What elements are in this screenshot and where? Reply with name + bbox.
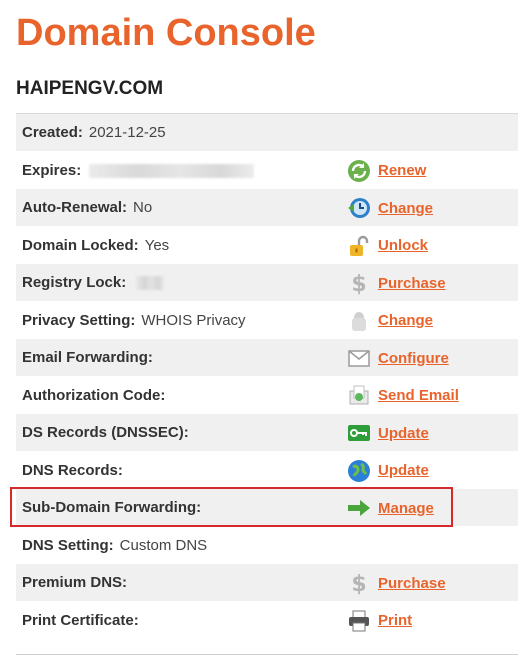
envelope-icon[interactable] [346,345,372,371]
row-sub-domain-forwarding: Sub-Domain Forwarding: Manage [16,489,518,527]
svg-text:$: $ [351,272,366,295]
clock-icon[interactable] [346,195,372,221]
label-text: Privacy Setting: [22,311,136,329]
ds-records-update-action[interactable]: Update [346,420,429,446]
dns-setting-value: Custom DNS [119,536,208,554]
row-authorization-code: Authorization Code: Send Email [16,377,518,414]
row-premium-dns: Premium DNS: $ Purchase [16,564,518,602]
unlock-icon[interactable] [346,233,372,259]
key-icon[interactable] [346,420,372,446]
auto-renewal-change-link[interactable]: Change [378,200,433,217]
row-dns-setting: DNS Setting: Custom DNS [16,527,518,564]
authorization-code-send-email-action[interactable]: Send Email [346,383,459,409]
domain-settings-table: Created: 2021-12-25 Expires: Renew Auto-R… [16,113,518,639]
dns-records-update-link[interactable]: Update [378,462,429,479]
unlock-link[interactable]: Unlock [378,237,428,254]
print-certificate-action[interactable]: Print [346,608,412,634]
label-text: Email Forwarding: [22,349,153,366]
privacy-setting-value: WHOIS Privacy [141,311,246,329]
row-label-registry-lock: Registry Lock: [22,274,165,291]
page-title: Domain Console [16,12,316,54]
label-text: Created: [22,124,83,141]
created-value: 2021-12-25 [88,124,166,141]
row-created: Created: 2021-12-25 [16,114,518,152]
row-expires: Expires: Renew [16,152,518,189]
globe-icon[interactable] [346,458,372,484]
privacy-icon[interactable] [346,308,372,334]
row-email-forwarding: Email Forwarding: Configure [16,339,518,377]
auto-renewal-value: No [133,199,153,216]
premium-dns-purchase-action[interactable]: $ Purchase [346,570,446,596]
row-label-premium-dns: Premium DNS: [22,574,127,591]
renew-icon[interactable] [346,158,372,184]
row-label-privacy-setting: Privacy Setting: WHOIS Privacy [22,312,246,329]
label-text: Registry Lock: [22,274,127,291]
renew-action[interactable]: Renew [346,158,426,184]
label-text: Authorization Code: [22,386,166,404]
printer-icon[interactable] [346,608,372,634]
row-auto-renewal: Auto-Renewal: No Change [16,189,518,227]
expires-value-redacted [89,163,255,178]
privacy-change-action[interactable]: Change [346,308,433,334]
row-label-expires: Expires: [22,161,255,179]
label-text: DNS Setting: [22,536,114,554]
registry-lock-purchase-action[interactable]: $ Purchase [346,270,446,296]
svg-text:$: $ [351,572,366,595]
label-text: Expires: [22,161,82,179]
sub-domain-forwarding-manage-link[interactable]: Manage [378,500,434,517]
row-label-email-forwarding: Email Forwarding: [22,349,153,366]
row-label-domain-locked: Domain Locked: Yes [22,237,169,254]
arrow-right-icon[interactable] [346,495,372,521]
row-domain-locked: Domain Locked: Yes Unlock [16,227,518,264]
dollar-icon[interactable]: $ [346,270,372,296]
row-registry-lock: Registry Lock: $ Purchase [16,264,518,302]
label-text: Premium DNS: [22,574,128,591]
row-label-dns-setting: DNS Setting: Custom DNS [22,537,207,554]
label-text: DNS Records: [22,461,123,479]
email-forwarding-configure-action[interactable]: Configure [346,345,449,371]
row-label-authorization-code: Authorization Code: [22,387,165,404]
sub-domain-forwarding-manage-action[interactable]: Manage [346,495,434,521]
registry-lock-purchase-link[interactable]: Purchase [378,275,446,292]
premium-dns-purchase-link[interactable]: Purchase [378,575,446,592]
domain-name: HAIPENGV.COM [16,78,164,99]
label-text: DS Records (DNSSEC): [22,424,189,441]
row-label-sub-domain-forwarding: Sub-Domain Forwarding: [22,499,201,516]
row-label-print-certificate: Print Certificate: [22,612,139,629]
row-dns-records: DNS Records: Update [16,452,518,489]
row-ds-records: DS Records (DNSSEC): Update [16,414,518,452]
label-text: Sub-Domain Forwarding: [22,499,202,516]
renew-link[interactable]: Renew [378,162,426,179]
email-forwarding-configure-link[interactable]: Configure [378,350,449,367]
row-label-dns-records: DNS Records: [22,462,123,479]
privacy-change-link[interactable]: Change [378,312,433,329]
row-print-certificate: Print Certificate: Print [16,602,518,639]
bottom-divider [16,654,518,655]
dns-records-update-action[interactable]: Update [346,458,429,484]
print-certificate-link[interactable]: Print [378,612,412,629]
registry-lock-value-redacted [136,276,165,291]
domain-locked-value: Yes [144,236,170,254]
row-privacy-setting: Privacy Setting: WHOIS Privacy Change [16,302,518,339]
auto-renewal-change-action[interactable]: Change [346,195,433,221]
ds-records-update-link[interactable]: Update [378,425,429,442]
row-label-auto-renewal: Auto-Renewal: No [22,199,152,216]
domain-console-page: Domain Console HAIPENGV.COM Created: 2021… [0,0,518,658]
label-text: Print Certificate: [22,611,139,629]
row-label-created: Created: 2021-12-25 [22,124,166,141]
label-text: Domain Locked: [22,236,139,254]
row-label-ds-records: DS Records (DNSSEC): [22,424,189,441]
dollar-icon[interactable]: $ [346,570,372,596]
label-text: Auto-Renewal: [22,199,127,216]
send-email-icon[interactable] [346,383,372,409]
unlock-action[interactable]: Unlock [346,233,428,259]
authorization-code-send-email-link[interactable]: Send Email [378,387,459,404]
